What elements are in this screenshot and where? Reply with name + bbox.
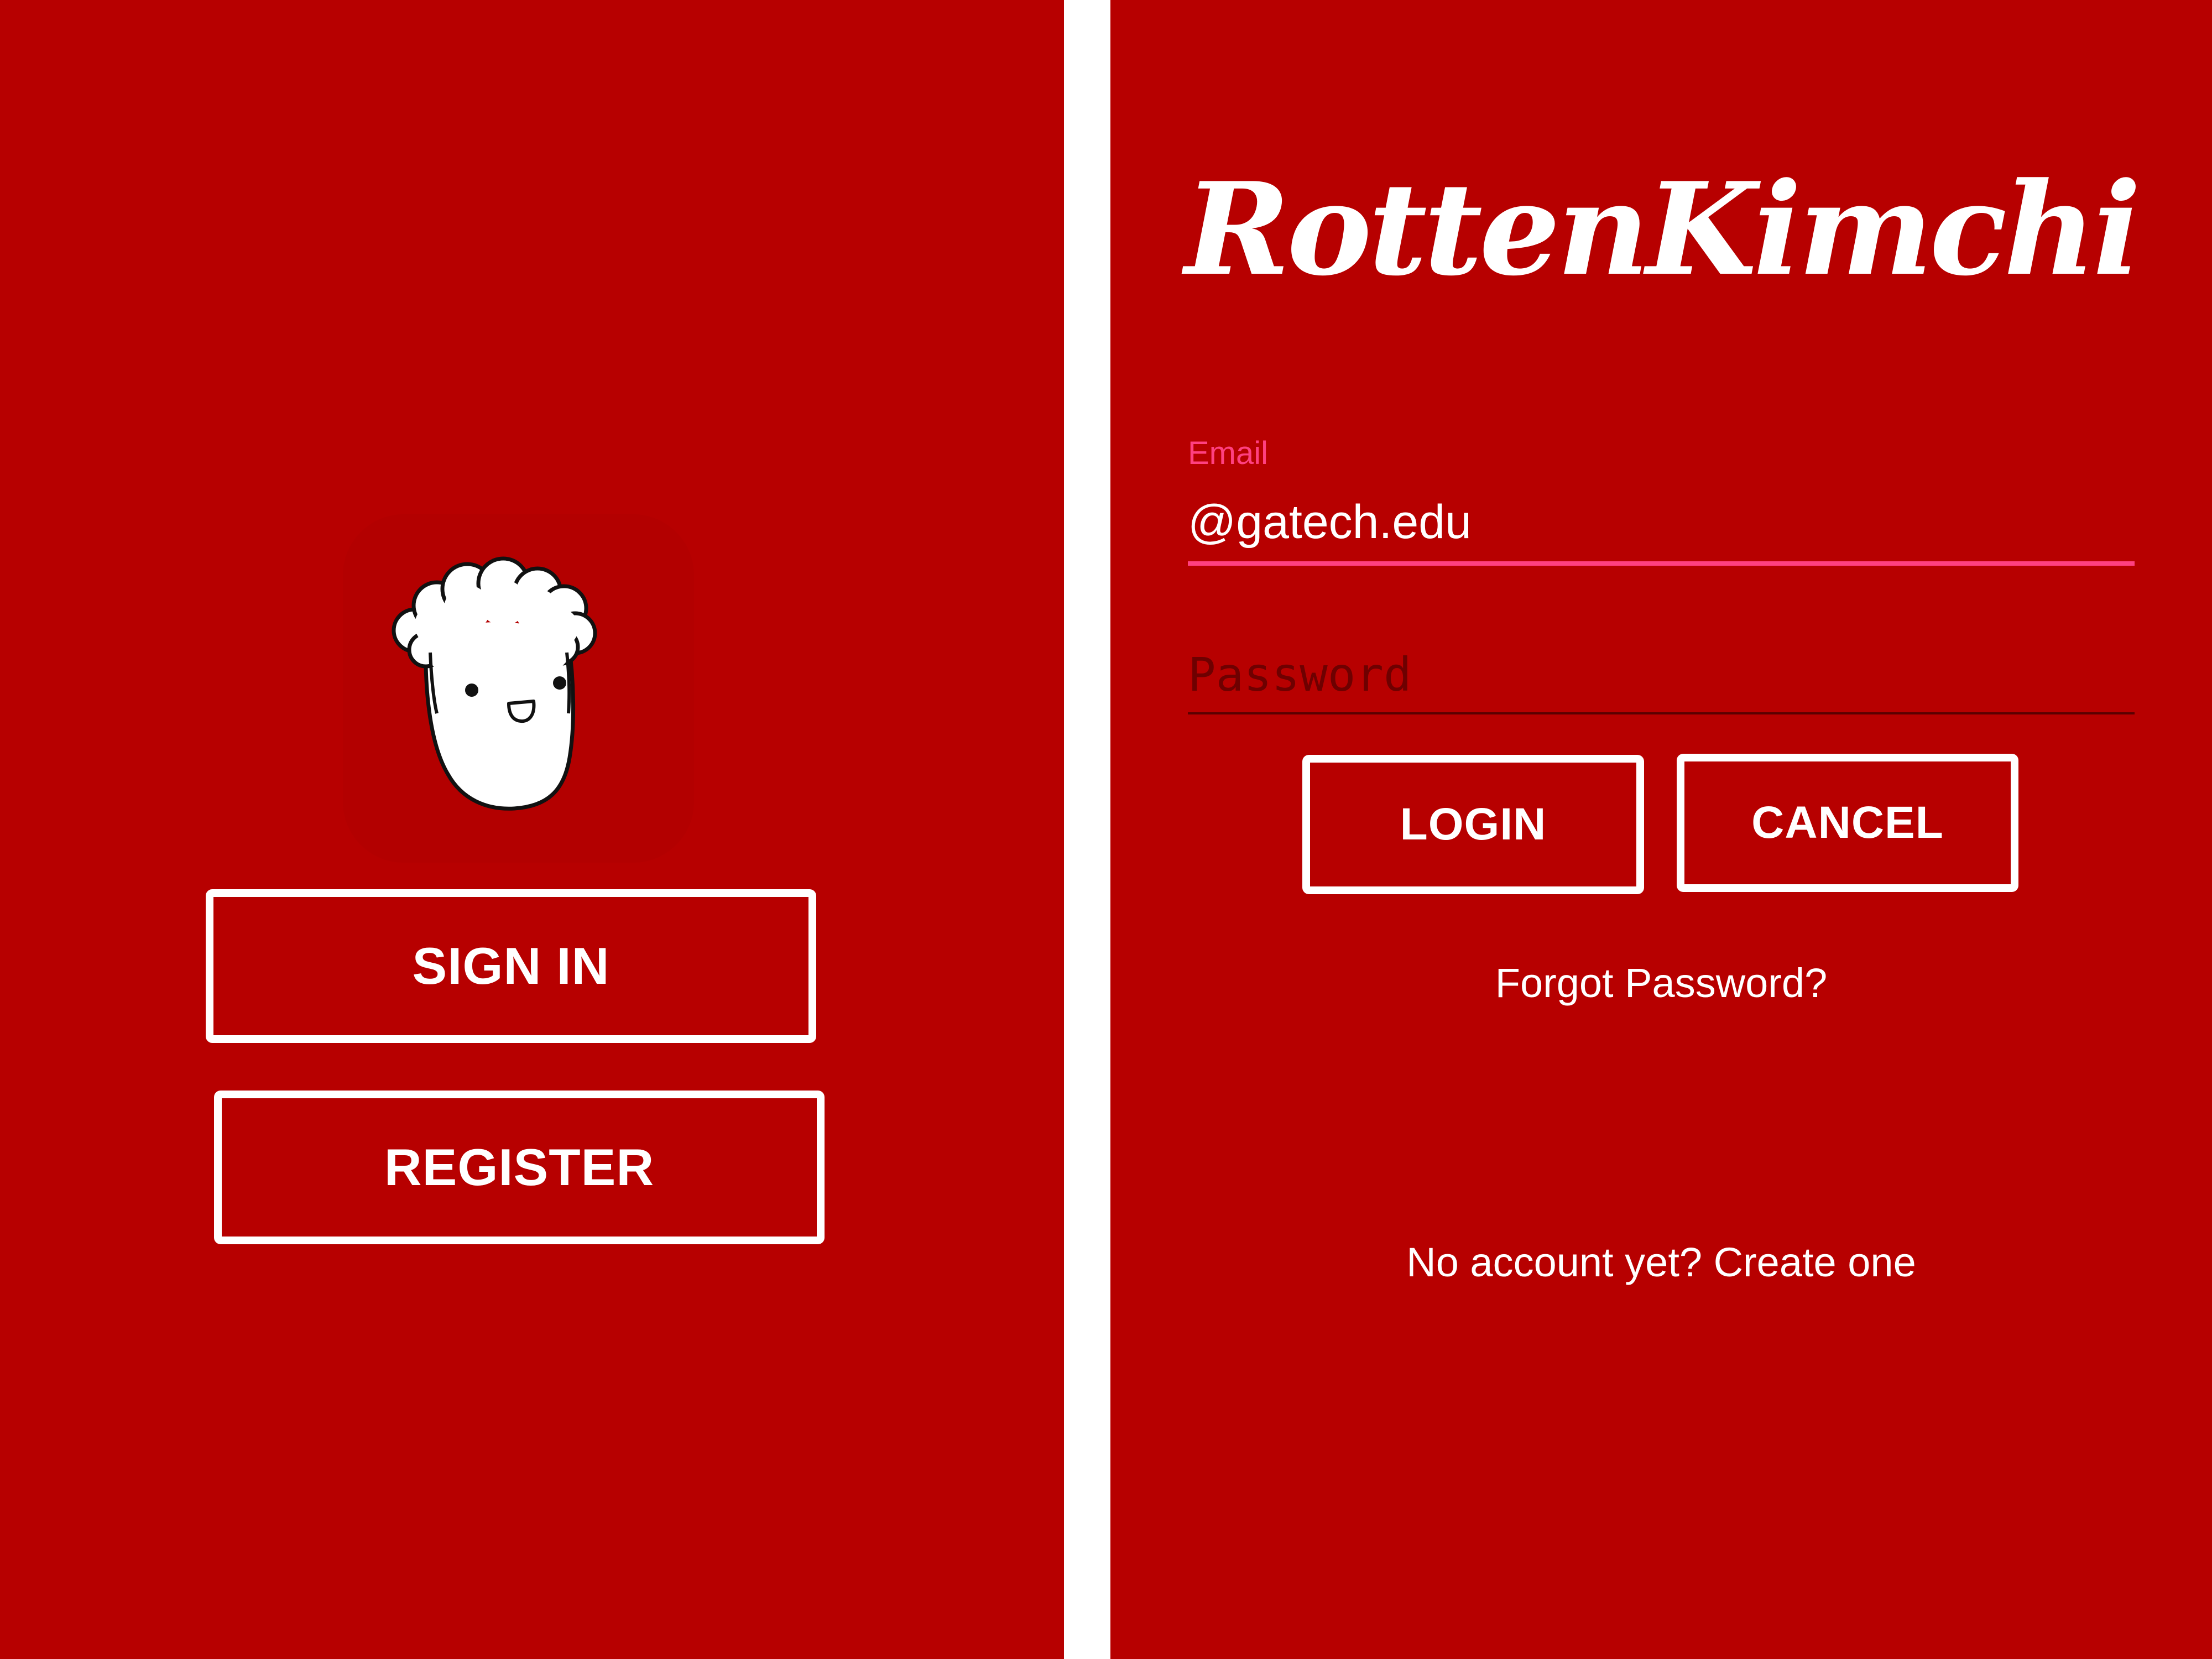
welcome-screen: SIGN IN REGISTER [0,0,1064,1659]
login-screen: RottenKimchi Email @gatech.edu LOGIN CAN… [1110,0,2212,1659]
brand-title: RottenKimchi [1185,155,2141,304]
cancel-button[interactable]: CANCEL [1677,754,2018,892]
email-field[interactable]: @gatech.edu [1188,495,1472,550]
forgot-password-link[interactable]: Forgot Password? [1110,959,2212,1006]
password-field[interactable] [1188,641,2135,708]
app-logo [343,514,694,863]
password-underline [1188,712,2135,714]
email-underline [1188,561,2135,566]
create-account-link[interactable]: No account yet? Create one [1110,1239,2212,1286]
register-button[interactable]: REGISTER [214,1091,825,1244]
sign-in-button[interactable]: SIGN IN [206,889,816,1043]
kimchi-mascot-icon [392,556,597,811]
login-button[interactable]: LOGIN [1302,755,1644,894]
email-label: Email [1188,435,1269,471]
